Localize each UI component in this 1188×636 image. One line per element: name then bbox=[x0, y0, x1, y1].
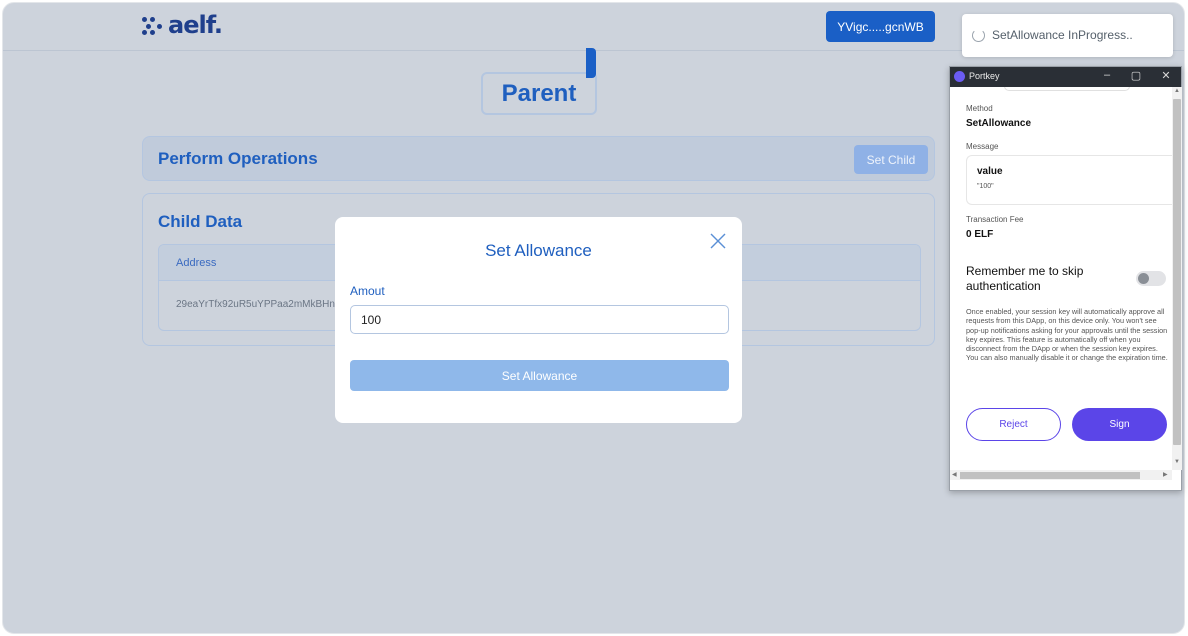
table-cell-address: 29eaYrTfx92uR5uYPPaa2mMkBHnS bbox=[176, 299, 342, 310]
row-action-button[interactable] bbox=[586, 48, 596, 78]
vertical-scrollbar[interactable]: ▲ ▼ bbox=[1172, 87, 1182, 470]
maximize-icon[interactable]: ▢ bbox=[1129, 69, 1143, 82]
reject-button[interactable]: Reject bbox=[966, 408, 1061, 441]
message-label: Message bbox=[966, 142, 999, 151]
horizontal-scrollbar[interactable]: ◀ ▶ bbox=[950, 470, 1172, 480]
remember-me-toggle[interactable] bbox=[1136, 271, 1166, 286]
operations-card: Perform Operations Set Child bbox=[142, 136, 935, 181]
set-allowance-submit-button[interactable]: Set Allowance bbox=[350, 360, 729, 391]
portkey-content: Method SetAllowance Message value "100" … bbox=[950, 87, 1172, 470]
horizontal-scrollbar-thumb[interactable] bbox=[960, 472, 1140, 479]
sign-button[interactable]: Sign bbox=[1072, 408, 1167, 441]
portkey-window-title: Portkey bbox=[969, 71, 1000, 81]
amount-label: Amout bbox=[350, 284, 385, 298]
scroll-down-icon[interactable]: ▼ bbox=[1172, 459, 1182, 465]
aelf-logo[interactable]: aelf. bbox=[142, 11, 223, 39]
modal-title: Set Allowance bbox=[485, 241, 592, 260]
message-box: value "100" bbox=[966, 155, 1172, 205]
portkey-titlebar: Portkey – ▢ ✕ bbox=[950, 67, 1181, 87]
set-child-button[interactable]: Set Child bbox=[854, 145, 928, 174]
operations-title: Perform Operations bbox=[158, 149, 318, 168]
logo-text: aelf. bbox=[168, 11, 223, 39]
spinner-icon bbox=[972, 29, 985, 42]
scroll-right-icon[interactable]: ▶ bbox=[1163, 470, 1168, 480]
column-header-address: Address bbox=[176, 257, 217, 269]
page-title: Parent bbox=[481, 72, 597, 115]
remember-me-label: Remember me to skip authentication bbox=[966, 264, 1084, 293]
message-value: "100" bbox=[977, 183, 994, 190]
amount-input[interactable] bbox=[350, 305, 729, 334]
message-key: value bbox=[977, 166, 1003, 177]
progress-toast: SetAllowance InProgress.. bbox=[962, 14, 1173, 57]
minimize-icon[interactable]: – bbox=[1100, 69, 1114, 81]
window-close-icon[interactable]: ✕ bbox=[1159, 69, 1173, 82]
portkey-window: Portkey – ▢ ✕ Method SetAllowance Messag… bbox=[949, 66, 1182, 491]
portkey-logo-icon bbox=[954, 71, 965, 82]
fee-value: 0 ELF bbox=[966, 229, 994, 240]
scroll-up-icon[interactable]: ▲ bbox=[1172, 88, 1182, 94]
method-label: Method bbox=[966, 104, 993, 113]
toggle-knob bbox=[1138, 273, 1149, 284]
header-curve bbox=[1004, 87, 1130, 91]
fee-label: Transaction Fee bbox=[966, 215, 1024, 224]
scrollbar-thumb[interactable] bbox=[1173, 99, 1181, 445]
close-icon[interactable] bbox=[708, 231, 728, 251]
set-allowance-modal: Set Allowance Amout Set Allowance bbox=[335, 217, 742, 423]
logo-dots-icon bbox=[142, 15, 164, 35]
child-data-title: Child Data bbox=[158, 212, 243, 231]
method-value: SetAllowance bbox=[966, 118, 1032, 129]
scroll-left-icon[interactable]: ◀ bbox=[952, 470, 957, 480]
wallet-address-button[interactable]: YVigc.....gcnWB bbox=[826, 11, 935, 42]
toast-text: SetAllowance InProgress.. bbox=[992, 28, 1133, 42]
session-key-description: Once enabled, your session key will auto… bbox=[966, 307, 1168, 363]
